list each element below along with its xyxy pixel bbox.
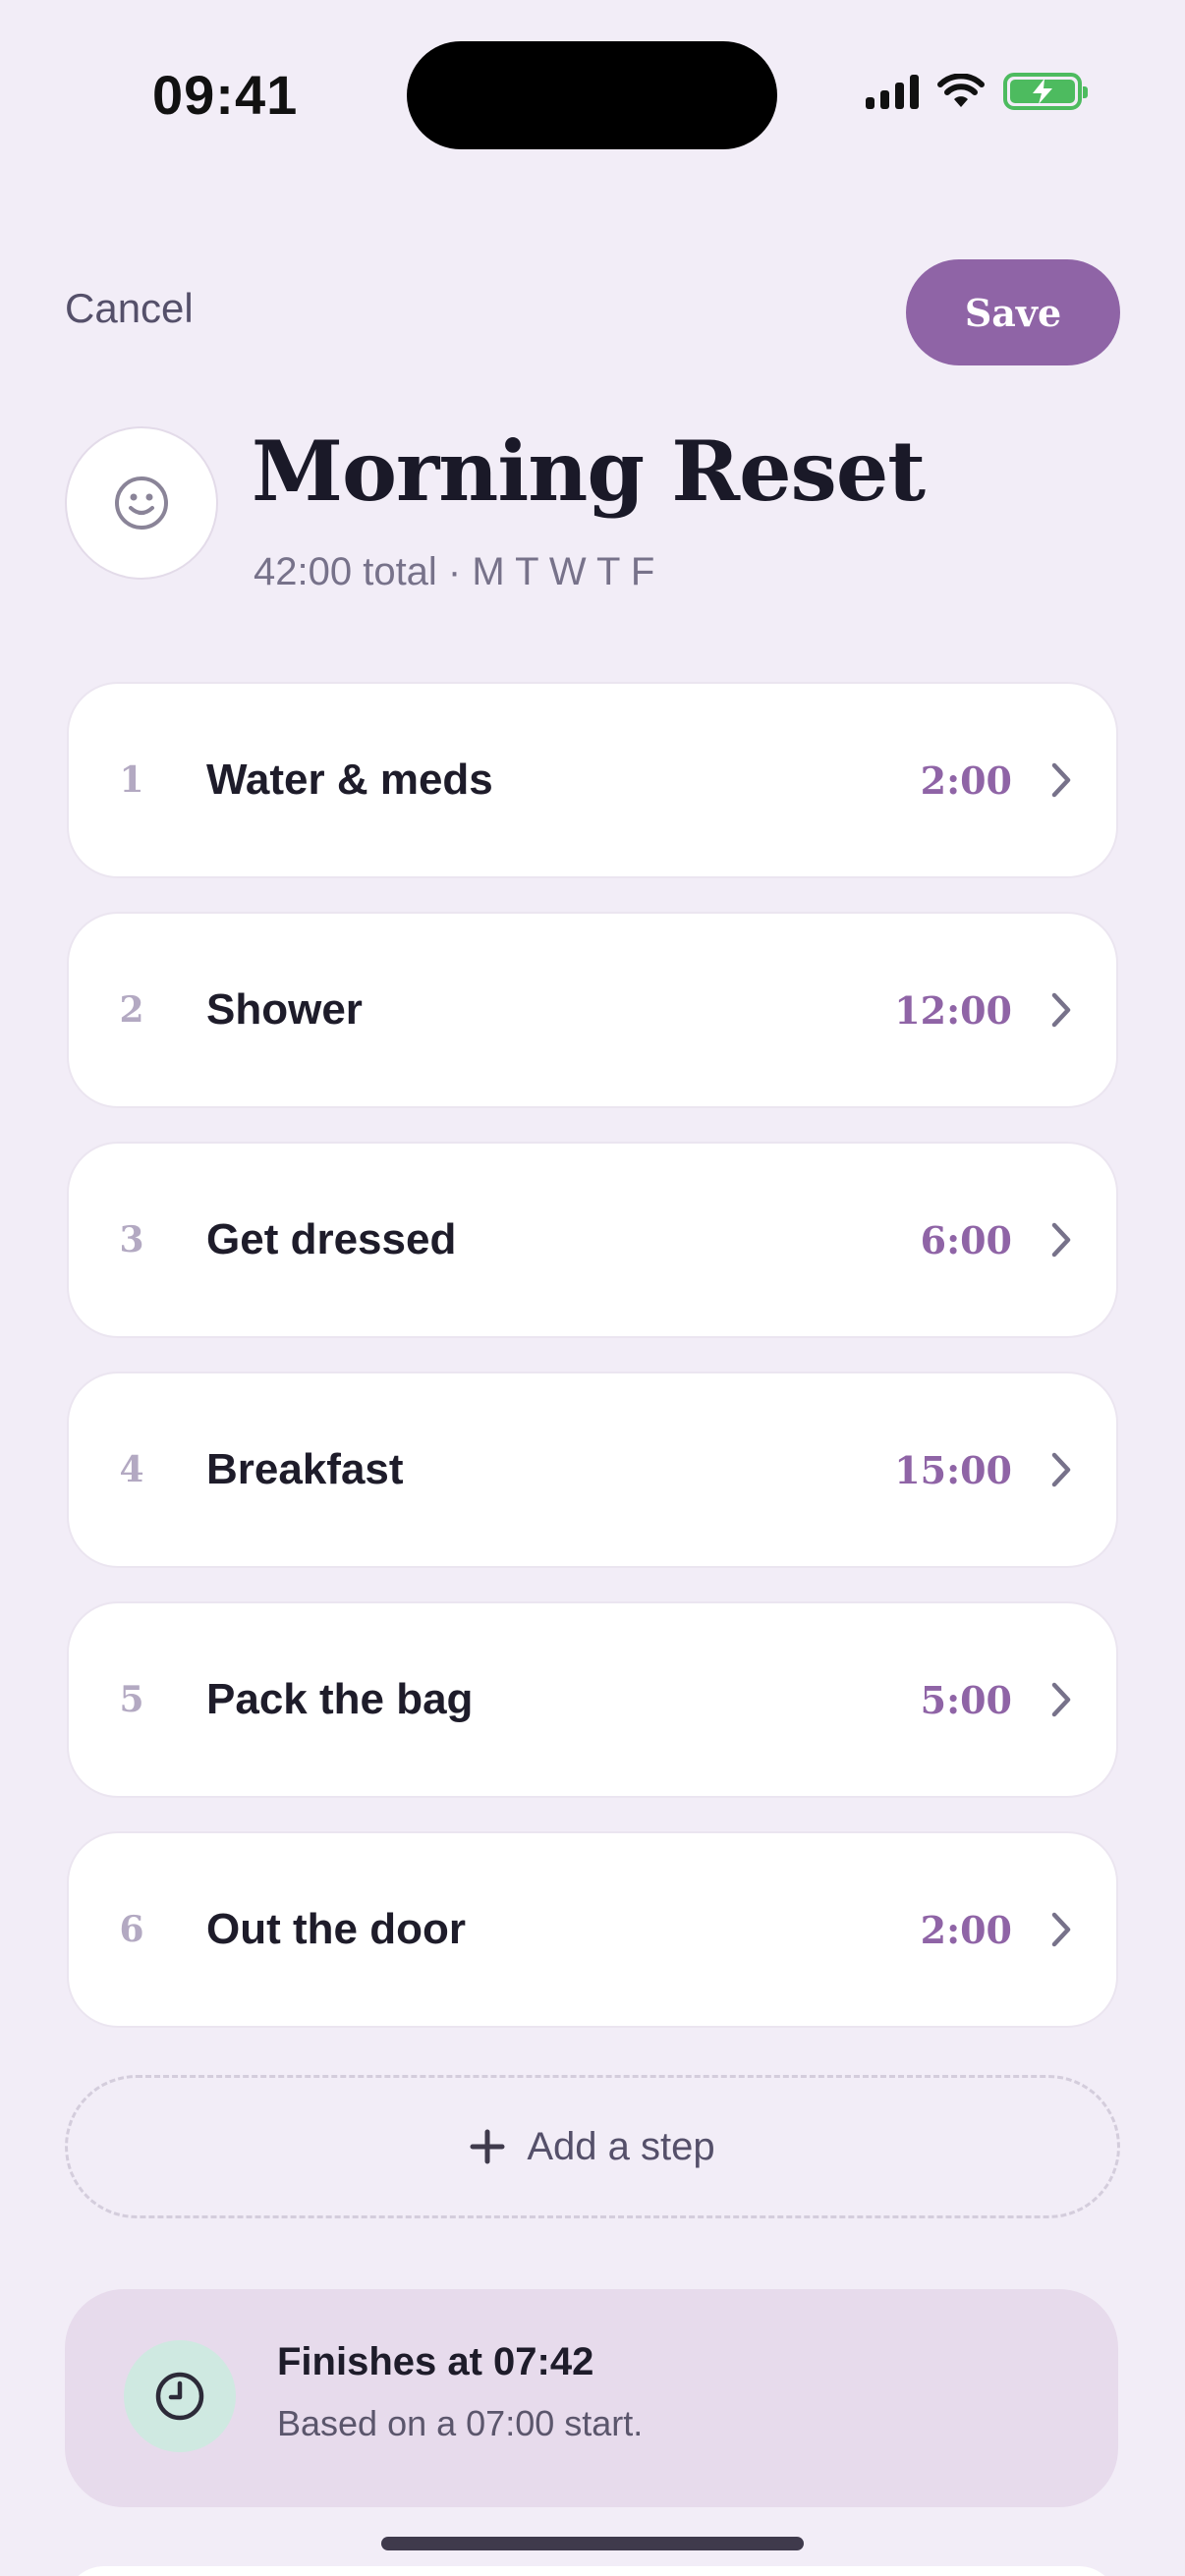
step-duration: 12:00	[894, 987, 1012, 1033]
cellular-signal-icon	[866, 74, 919, 109]
steps-list: 1 Water & meds 2:00 2 Shower 12:00 3 Get…	[67, 682, 1118, 2061]
step-row[interactable]: 2 Shower 12:00	[67, 912, 1118, 1108]
chevron-right-icon	[1051, 1682, 1071, 1717]
routine-icon-picker[interactable]	[65, 426, 218, 580]
dynamic-island	[407, 41, 777, 149]
chevron-right-icon	[1051, 1222, 1071, 1258]
save-button[interactable]: Save	[906, 259, 1120, 365]
cancel-button[interactable]: Cancel	[65, 285, 194, 332]
smiley-icon	[115, 476, 168, 530]
step-duration: 5:00	[920, 1677, 1012, 1722]
home-indicator[interactable]	[381, 2537, 804, 2550]
step-number: 4	[119, 1449, 144, 1490]
step-row[interactable]: 1 Water & meds 2:00	[67, 682, 1118, 878]
step-name: Pack the bag	[206, 1675, 474, 1723]
plus-icon	[470, 2129, 505, 2164]
finish-time-title: Finishes at 07:42	[277, 2340, 594, 2383]
step-duration: 2:00	[920, 757, 1012, 803]
step-row[interactable]: 6 Out the door 2:00	[67, 1831, 1118, 2028]
chevron-right-icon	[1051, 1912, 1071, 1947]
step-number: 3	[119, 1219, 144, 1260]
step-number: 6	[119, 1909, 144, 1950]
next-card-peek	[65, 2566, 1118, 2576]
step-row[interactable]: 5 Pack the bag 5:00	[67, 1601, 1118, 1798]
chevron-right-icon	[1051, 1452, 1071, 1487]
battery-charging-icon	[1003, 73, 1088, 110]
clock-badge	[124, 2340, 236, 2452]
step-name: Shower	[206, 985, 363, 1034]
status-time: 09:41	[152, 64, 299, 126]
chevron-right-icon	[1051, 762, 1071, 798]
step-row[interactable]: 3 Get dressed 6:00	[67, 1142, 1118, 1338]
step-number: 1	[119, 759, 144, 801]
finish-time-subtitle: Based on a 07:00 start.	[277, 2403, 644, 2443]
step-number: 5	[119, 1679, 144, 1720]
finish-time-card: Finishes at 07:42 Based on a 07:00 start…	[65, 2289, 1118, 2507]
routine-editor-screen: 09:41 Cancel Save Morning Reset 42:00 to…	[0, 0, 1185, 2576]
step-duration: 6:00	[920, 1217, 1012, 1262]
wifi-icon	[937, 74, 985, 107]
routine-title[interactable]: Morning Reset	[252, 422, 926, 520]
add-step-label: Add a step	[527, 2124, 715, 2168]
clock-icon	[155, 2372, 204, 2421]
step-name: Get dressed	[206, 1215, 457, 1263]
routine-subtitle: 42:00 total · M T W T F	[254, 550, 655, 593]
step-name: Water & meds	[206, 756, 493, 804]
step-row[interactable]: 4 Breakfast 15:00	[67, 1372, 1118, 1568]
status-icons	[866, 73, 1088, 110]
step-name: Breakfast	[206, 1445, 404, 1493]
step-name: Out the door	[206, 1905, 466, 1953]
step-duration: 2:00	[920, 1907, 1012, 1952]
add-step-button[interactable]: Add a step	[65, 2075, 1120, 2218]
chevron-right-icon	[1051, 992, 1071, 1028]
step-number: 2	[119, 989, 144, 1031]
step-duration: 15:00	[894, 1447, 1012, 1492]
